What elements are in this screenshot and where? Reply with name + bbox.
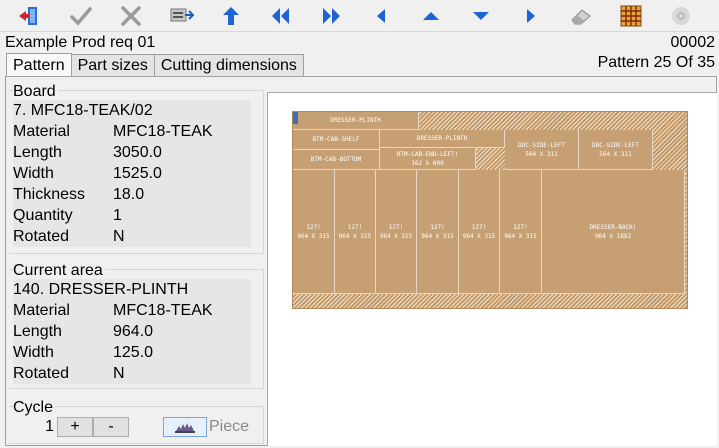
up-triangle-icon[interactable] — [416, 2, 446, 30]
tab-bar: Pattern Part sizes Cutting dimensions — [6, 53, 304, 76]
piece-127-1[interactable]: 127! 964 X 315 — [293, 170, 335, 294]
piece-dresser-plinth[interactable]: DRESSER-PLINTH — [293, 112, 419, 130]
piece-127-5[interactable]: 127! 964 X 315 — [459, 170, 500, 294]
tab-part-sizes[interactable]: Part sizes — [70, 54, 155, 76]
origin-marker — [293, 112, 298, 124]
cancel-icon[interactable] — [116, 2, 146, 30]
area-row-length: Length 964.0 — [13, 323, 154, 340]
board-row-rotated: Rotated N — [13, 228, 125, 245]
saw-icon — [175, 423, 195, 433]
cycle-plus-button[interactable]: + — [57, 417, 93, 437]
board-row-length: Length 3050.0 — [13, 144, 162, 161]
toolbar — [0, 0, 719, 32]
board-details: 7. MFC18-TEAK/02 Material MFC18-TEAK Leng… — [13, 100, 251, 247]
piece-dresser-back[interactable]: DRESSER-BACK! 964 X 1882 — [542, 170, 685, 294]
board-row-quantity: Quantity 1 — [13, 207, 122, 224]
area-row-width: Width 125.0 — [13, 344, 154, 361]
pattern-counter: Pattern 25 Of 35 — [597, 54, 715, 71]
cycle-group: Cycle 1 + - Piece — [9, 399, 264, 444]
grid-icon[interactable] — [616, 2, 646, 30]
pattern-preview: DRESSER-PLINTH BTM-CAB-SHELF DRESSER-PLI… — [267, 92, 717, 446]
board-row-thickness: Thickness 18.0 — [13, 186, 145, 203]
piece-dresser-plinth-2[interactable]: DRESSER-PLINTH — [380, 130, 505, 148]
machine-icon[interactable] — [166, 2, 196, 30]
current-area-title: Current area — [13, 262, 105, 280]
area-row-rotated: Rotated N — [13, 365, 125, 382]
piece-btm-cab-bottom[interactable]: BTM-CAB-BOTTOM — [293, 150, 380, 170]
document-title: Example Prod req 01 — [5, 34, 156, 51]
down-triangle-icon[interactable] — [466, 2, 496, 30]
board-row-material: Material MFC18-TEAK — [13, 123, 213, 140]
exit-icon[interactable] — [14, 2, 44, 30]
board-group: Board 7. MFC18-TEAK/02 Material MFC18-TEA… — [9, 83, 264, 254]
piece-btm-cab-shelf[interactable]: BTM-CAB-SHELF — [293, 130, 380, 150]
piece-127-3[interactable]: 127! 964 X 315 — [376, 170, 417, 294]
accept-icon[interactable] — [66, 2, 96, 30]
settings-icon[interactable] — [666, 2, 696, 30]
next-icon[interactable] — [516, 2, 546, 30]
piece-127-4[interactable]: 127! 964 X 315 — [417, 170, 459, 294]
piece-127-6[interactable]: 127! 964 X 315 — [500, 170, 542, 294]
current-area-group: Current area 140. DRESSER-PLINTH Materia… — [9, 262, 264, 389]
cycle-value: 1 — [45, 418, 54, 435]
cycle-title: Cycle — [13, 399, 56, 417]
board-name: 7. MFC18-TEAK/02 — [13, 102, 153, 119]
piece-btm-cab-end-left[interactable]: BTM-CAB-END-LEFT! 162 X 600 — [380, 148, 476, 170]
first-icon[interactable] — [266, 2, 296, 30]
up-icon[interactable] — [216, 2, 246, 30]
piece-127-2[interactable]: 127! 964 X 315 — [335, 170, 376, 294]
board-layout: DRESSER-PLINTH BTM-CAB-SHELF DRESSER-PLI… — [292, 111, 688, 309]
tab-cutting-dimensions[interactable]: Cutting dimensions — [153, 54, 304, 76]
piece-label: Piece — [209, 418, 250, 435]
cycle-minus-button[interactable]: - — [93, 417, 129, 437]
area-row-material: Material MFC18-TEAK — [13, 302, 213, 319]
document-code: 00002 — [670, 34, 716, 51]
previous-icon[interactable] — [366, 2, 396, 30]
saw-tool-button[interactable] — [163, 417, 207, 437]
current-area-name: 140. DRESSER-PLINTH — [13, 281, 189, 298]
board-row-width: Width 1525.0 — [13, 165, 162, 182]
eraser-icon[interactable] — [566, 2, 596, 30]
piece-ddc-side-left-2[interactable]: DDC-SIDE-LEFT 564 X 311 — [579, 130, 653, 170]
last-icon[interactable] — [316, 2, 346, 30]
current-area-details: 140. DRESSER-PLINTH Material MFC18-TEAK L… — [13, 279, 251, 384]
tab-pattern[interactable]: Pattern — [6, 53, 72, 76]
board-group-title: Board — [13, 83, 58, 101]
tab-content: Board 7. MFC18-TEAK/02 Material MFC18-TEA… — [5, 76, 717, 446]
piece-ddc-side-left-1[interactable]: DDC-SIDE-LEFT 564 X 311 — [505, 130, 579, 170]
